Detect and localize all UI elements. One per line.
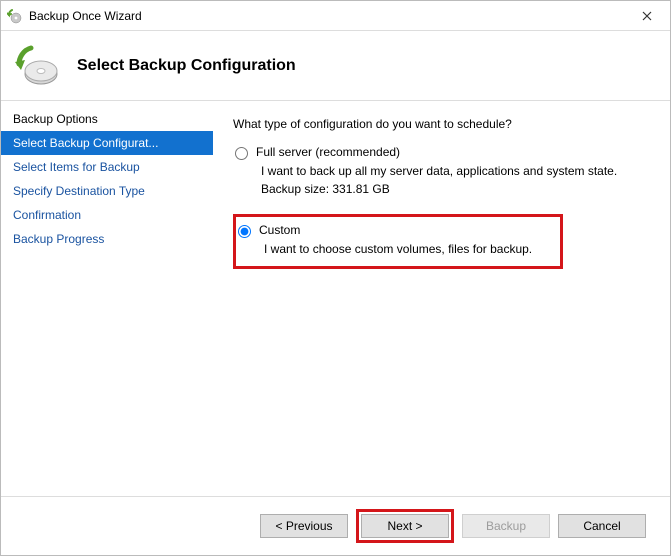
wizard-footer: < Previous Next > Backup Cancel [1,497,670,555]
backup-icon [15,44,59,88]
prompt-text: What type of configuration do you want t… [233,117,650,131]
wizard-body: Backup Options Select Backup Configurat.… [1,101,670,497]
radio-full-server[interactable] [235,147,248,160]
step-specify-destination-type[interactable]: Specify Destination Type [1,179,213,203]
app-icon [7,8,23,24]
option-full-server[interactable]: Full server (recommended) [233,145,650,160]
option-full-server-label: Full server (recommended) [256,145,400,159]
previous-button[interactable]: < Previous [260,514,348,538]
page-heading: Select Backup Configuration [77,57,296,75]
step-select-items-for-backup[interactable]: Select Items for Backup [1,155,213,179]
window-title: Backup Once Wizard [29,9,624,23]
highlighted-selection: Custom I want to choose custom volumes, … [233,214,563,269]
wizard-header: Select Backup Configuration [1,31,670,101]
wizard-content: What type of configuration do you want t… [213,101,670,496]
step-backup-progress[interactable]: Backup Progress [1,227,213,251]
titlebar: Backup Once Wizard [1,1,670,31]
option-custom-desc: I want to choose custom volumes, files f… [264,242,550,256]
backup-button: Backup [462,514,550,538]
option-full-server-size: Backup size: 331.81 GB [261,182,650,196]
option-custom-label: Custom [259,223,300,237]
close-button[interactable] [624,1,670,31]
cancel-button[interactable]: Cancel [558,514,646,538]
next-button[interactable]: Next > [361,514,449,538]
step-backup-options[interactable]: Backup Options [1,107,213,131]
highlighted-next: Next > [356,509,454,543]
step-confirmation[interactable]: Confirmation [1,203,213,227]
wizard-steps-sidebar: Backup Options Select Backup Configurat.… [1,101,213,496]
radio-custom[interactable] [238,225,251,238]
option-full-server-desc: I want to back up all my server data, ap… [261,164,650,178]
option-custom[interactable]: Custom [236,223,550,238]
step-select-backup-configuration[interactable]: Select Backup Configurat... [1,131,213,155]
